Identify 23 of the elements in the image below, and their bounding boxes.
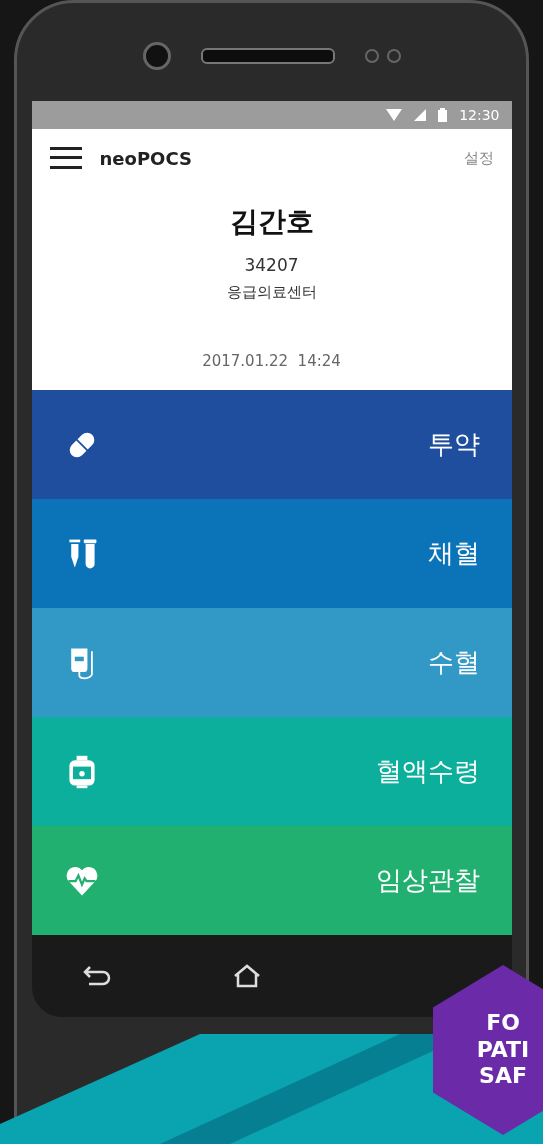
sensor: [364, 49, 379, 63]
badge-text: FO: [486, 1010, 520, 1037]
clock: 12:30: [459, 107, 500, 123]
battery-icon: [438, 108, 448, 122]
menu-item[interactable]: 혈액수령: [31, 717, 512, 826]
menu-item[interactable]: 임상관찰: [31, 826, 512, 935]
wifi-icon: [386, 109, 403, 121]
badge-text: PATI: [476, 1036, 530, 1064]
date-time: 2017.01.22 14:24: [202, 352, 341, 370]
user-id: 34207: [244, 255, 299, 275]
back-icon[interactable]: [81, 965, 112, 987]
menu-item[interactable]: 수혈: [31, 608, 512, 717]
menu-icon[interactable]: [49, 147, 82, 169]
camera-lens: [142, 42, 171, 70]
settings-link[interactable]: 설정: [463, 148, 494, 168]
signal-icon: [414, 109, 427, 121]
sensor: [386, 49, 401, 63]
menu-item[interactable]: 투약: [31, 390, 512, 499]
user-name: 김간호: [229, 204, 314, 240]
department: 응급의료센터: [226, 283, 317, 302]
menu-item[interactable]: 채혈: [31, 499, 512, 608]
app-title: neoPOCS: [99, 147, 193, 169]
badge-text: SAF: [479, 1063, 527, 1090]
